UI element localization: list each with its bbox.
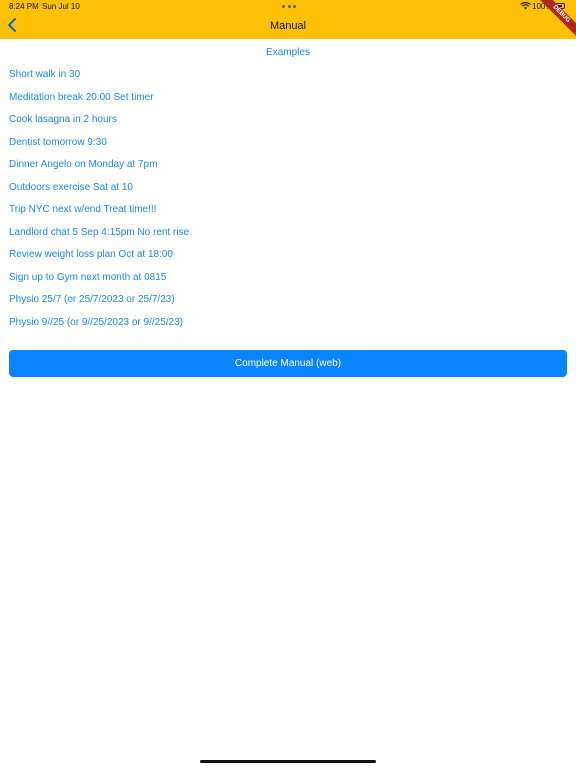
example-link[interactable]: Outdoors exercise Sat at 10 [9, 182, 133, 193]
home-indicator[interactable] [200, 760, 376, 763]
multitasking-dots-icon[interactable] [282, 5, 296, 8]
example-link[interactable]: Review weight loss plan Oct at 18:00 [9, 249, 173, 260]
example-link[interactable]: Physio 25/7 (or 25/7/2023 or 25/7/23) [9, 294, 175, 305]
example-link[interactable]: Dentist tomorrow 9:30 [9, 137, 107, 148]
status-time: 8:24 PM [9, 2, 39, 11]
example-link[interactable]: Meditation break 20:00 Set timer [9, 92, 154, 103]
example-link[interactable]: Landlord chat 5 Sep 4:15pm No rent rise [9, 227, 189, 238]
example-link[interactable]: Dinner Angelo on Monday at 7pm [9, 159, 157, 170]
example-link[interactable]: Trip NYC next w/end Treat time!!! [9, 204, 156, 215]
wifi-icon [520, 2, 531, 10]
app-bar: 8:24 PM Sun Jul 10 100% Manual DEBUG [0, 0, 576, 39]
complete-manual-button[interactable]: Complete Manual (web) [9, 350, 567, 377]
status-date: Sun Jul 10 [42, 2, 80, 11]
examples-heading: Examples [266, 47, 310, 58]
page-title: Manual [269, 20, 307, 32]
example-link[interactable]: Physio 9//25 (or 9//25/2023 or 9//25/23) [9, 317, 183, 328]
example-link[interactable]: Sign up to Gym next month at 0815 [9, 272, 166, 283]
example-link[interactable]: Cook lasagna in 2 hours [9, 114, 117, 125]
example-link[interactable]: Short walk in 30 [9, 69, 80, 80]
